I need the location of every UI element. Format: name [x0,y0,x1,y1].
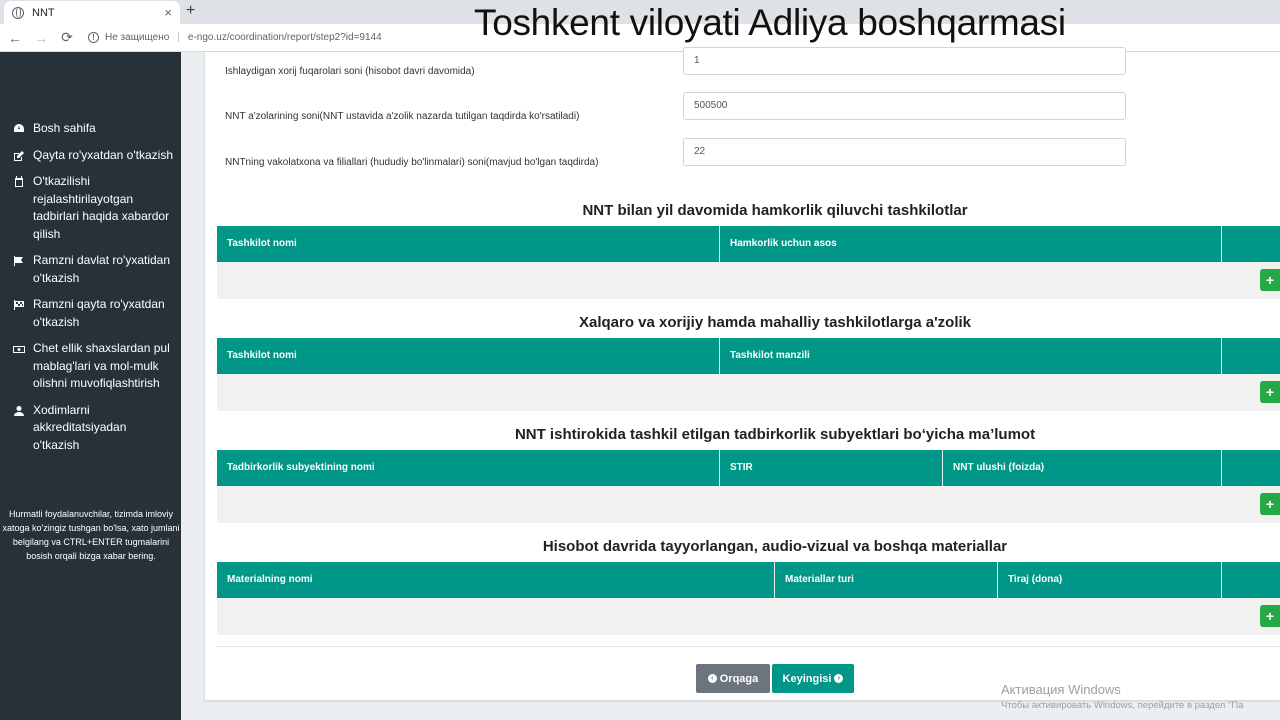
enterprises-add-button[interactable]: + [1260,493,1280,515]
calendar-icon [12,175,26,189]
section-title-partners: NNT bilan yil davomida hamkorlik qiluvch… [582,202,968,219]
dashboard-icon [12,122,26,136]
sidebar-item-symbol-reregistration[interactable]: Ramzni qayta ro'yxatdan o'tkazish [0,296,181,331]
column-header: Tashkilot manzili [720,338,1222,374]
foreign-workers-input[interactable]: 1 [683,47,1126,75]
members-input[interactable]: 500500 [683,92,1126,120]
partners-add-button[interactable]: + [1260,269,1280,291]
materials-table-header: Materialning nomi Materiallar turi Tiraj… [217,562,1280,598]
next-button-label: Keyingisi [782,672,832,685]
checkered-flag-icon [12,298,26,312]
column-header-actions [1222,562,1280,598]
field-label-foreign-workers: Ishlaydigan xorij fuqarolari soni (hisob… [225,66,475,77]
url-text: e-ngo.uz/coordination/report/step2?id=91… [187,32,382,43]
back-arrow-icon[interactable]: ← [4,30,26,46]
enterprises-table-row [217,486,1280,523]
windows-activation-hint: Чтобы активировать Windows, перейдите в … [1001,700,1244,711]
column-header: NNT ulushi (foizda) [943,450,1222,486]
sidebar-item-accreditation[interactable]: Xodimlarni akkreditatsiyadan o'tkazish [0,402,181,455]
sidebar-item-symbol-registration[interactable]: Ramzni davlat ro'yxatidan o'tkazish [0,252,181,287]
branches-input[interactable]: 22 [683,138,1126,166]
tab-title: NNT [32,6,55,19]
windows-activation-watermark: Активация Windows [1001,682,1121,697]
user-icon [12,404,26,418]
materials-add-button[interactable]: + [1260,605,1280,627]
address-separator: | [177,32,180,43]
arrow-right-circle-icon: › [834,674,844,683]
sidebar-item-label: Ramzni davlat ro'yxatidan o'tkazish [33,253,171,285]
money-icon [12,342,26,356]
enterprises-table-header: Tadbirkorlik subyektining nomi STIR NNT … [217,450,1280,486]
security-label: Не защищено [105,32,170,43]
column-header: Materiallar turi [775,562,998,598]
column-header: Materialning nomi [217,562,775,598]
back-button[interactable]: ‹ Orqaga [696,664,770,693]
warning-icon: ! [88,32,99,43]
sidebar-item-label: Qayta ro'yxatdan o'tkazish [33,147,173,162]
sidebar-item-reregistration[interactable]: Qayta ro'yxatdan o'tkazish [0,147,181,165]
sidebar-item-label: Xodimlarni akkreditatsiyadan o'tkazish [33,402,127,452]
sidebar-item-label: O'tkazilishi rejalashtirilayotgan tadbir… [33,174,170,241]
flag-icon [12,254,26,268]
browser-tab[interactable]: NNT × [4,1,180,24]
new-tab-button[interactable]: + [186,2,195,20]
column-header: Hamkorlik uchun asos [720,226,1222,262]
back-button-label: Orqaga [719,672,759,685]
sidebar-item-home[interactable]: Bosh sahifa [0,120,181,138]
membership-table-header: Tashkilot nomi Tashkilot manzili [217,338,1280,374]
forward-arrow-icon[interactable]: → [30,30,52,46]
column-header: Tiraj (dona) [998,562,1222,598]
column-header: Tashkilot nomi [217,338,720,374]
partners-table-header: Tashkilot nomi Hamkorlik uchun asos [217,226,1280,262]
field-label-branches: NNTning vakolatxona va filiallari (hudud… [225,157,599,168]
column-header: STIR [720,450,943,486]
close-icon[interactable]: × [164,5,172,20]
sidebar-item-events[interactable]: O'tkazilishi rejalashtirilayotgan tadbir… [0,173,181,243]
globe-icon [12,6,24,19]
column-header: Tadbirkorlik subyektining nomi [217,450,720,486]
form-divider [217,646,1280,647]
section-title-materials: Hisobot davrida tayyorlangan, audio-vizu… [542,538,1008,555]
address-bar[interactable]: ! Не защищено | e-ngo.uz/coordination/re… [88,28,382,48]
column-header-actions [1222,450,1280,486]
reload-icon[interactable]: ⟳ [56,29,78,46]
sidebar-item-label: Chet ellik shaxslardan pul mablag'lari v… [33,341,170,390]
membership-add-button[interactable]: + [1260,381,1280,403]
column-header: Tashkilot nomi [217,226,720,262]
sidebar-item-label: Bosh sahifa [33,121,96,135]
partners-table-row [217,262,1280,299]
section-title-membership: Xalqaro va xorijiy hamda mahalliy tashki… [578,314,972,331]
arrow-left-circle-icon: ‹ [707,674,717,683]
sidebar-note: Hurmatli foydalanuvchilar, tizimda imlov… [2,509,180,561]
edit-icon [12,149,26,163]
section-title-enterprises: NNT ishtirokida tashkil etilgan tadbirko… [514,426,1036,443]
sidebar-item-foreign-funds[interactable]: Chet ellik shaxslardan pul mablag'lari v… [0,340,181,393]
column-header-actions [1222,338,1280,374]
membership-table-row [217,374,1280,411]
field-label-members: NNT a'zolarining soni(NNT ustavida a'zol… [225,111,580,122]
materials-table-row [217,598,1280,635]
column-header-actions [1222,226,1280,262]
sidebar-menu: Bosh sahifa Qayta ro'yxatdan o'tkazish O… [0,120,181,463]
next-button[interactable]: Keyingisi › [772,664,854,693]
video-overlay-title: Toshkent viloyati Adliya boshqarmasi [474,2,1066,43]
sidebar-item-label: Ramzni qayta ro'yxatdan o'tkazish [33,297,165,329]
sidebar: Bosh sahifa Qayta ro'yxatdan o'tkazish O… [0,52,181,720]
